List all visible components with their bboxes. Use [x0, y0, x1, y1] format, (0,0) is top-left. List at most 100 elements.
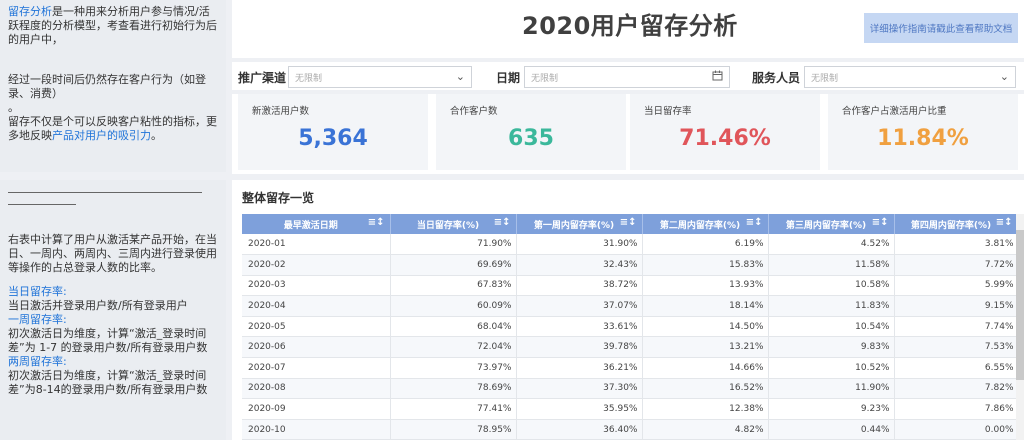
cell-rate: 32.43% [516, 254, 643, 276]
cell-rate: 37.30% [516, 378, 643, 400]
week2-retention-label: 两周留存率: [8, 355, 67, 368]
intro-line1: 留存分析是一种用来分析用户参与情况/活跃程度的分析模型，考查看进行初始行为后的用… [8, 5, 218, 47]
cell-rate: 69.69% [390, 254, 517, 276]
cell-rate: 6.55% [894, 357, 1019, 379]
table-row: 2020-08 78.69% 37.30% 16.52% 11.90% 7.82% [242, 378, 1019, 400]
date-placeholder: 无限制 [531, 74, 559, 84]
intro-panel: 留存分析是一种用来分析用户参与情况/活跃程度的分析模型，考查看进行初始行为后的用… [0, 0, 226, 172]
filter-bar: 推广渠道 无限制 ⌄ 日期 无限制 服务人员 无限制 ⌄ [232, 62, 1024, 90]
retention-table: 最早激活日期 ≡↕ 当日留存率(%) ≡↕ 第一周内留存率(%) ≡↕ 第二周内留存率… [242, 214, 1019, 440]
cell-rate: 35.95% [516, 398, 643, 420]
scrollbar-thumb[interactable] [1016, 230, 1024, 380]
kpi-card-partners: 合作客户数 635 [436, 94, 626, 170]
cell-rate: 13.93% [642, 275, 769, 297]
cell-rate: 3.81% [894, 234, 1019, 256]
kpi-card-partner-ratio: 合作客户占激活用户比重 11.84% [828, 94, 1018, 170]
cell-rate: 18.14% [642, 295, 769, 317]
cell-rate: 10.58% [768, 275, 895, 297]
column-label: 第四周内留存率(%) [910, 220, 992, 231]
cell-rate: 38.72% [516, 275, 643, 297]
cell-rate: 14.66% [642, 357, 769, 379]
cell-rate: 16.52% [642, 378, 769, 400]
cell-rate: 37.07% [516, 295, 643, 317]
chevron-down-icon: ⌄ [999, 70, 1009, 83]
column-label: 第一周内留存率(%) [533, 220, 615, 231]
cell-rate: 12.38% [642, 398, 769, 420]
table-row: 2020-01 71.90% 31.90% 6.19% 4.52% 3.81% [242, 234, 1019, 256]
cell-rate: 14.50% [642, 316, 769, 338]
table-row: 2020-07 73.97% 36.21% 14.66% 10.52% 6.55% [242, 357, 1019, 379]
sort-icon[interactable]: ≡↕ [872, 217, 889, 228]
column-label: 当日留存率(%) [416, 220, 480, 231]
cell-rate: 7.53% [894, 336, 1019, 359]
cell-rate: 71.90% [390, 234, 517, 256]
date-picker[interactable]: 无限制 [524, 66, 730, 88]
sort-icon[interactable]: ≡↕ [494, 217, 511, 228]
table-row: 2020-10 78.95% 36.40% 4.82% 0.44% 0.00% [242, 419, 1019, 440]
kpi-title: 当日留存率 [644, 106, 692, 117]
kpi-title: 合作客户数 [450, 106, 498, 117]
intro-line2: 经过一段时间后仍然存在客户行为（如登录、消费） [8, 73, 206, 100]
cell-rate: 9.83% [768, 336, 895, 359]
table-row: 2020-03 67.83% 38.72% 13.93% 10.58% 5.99% [242, 275, 1019, 297]
sort-icon[interactable]: ≡↕ [996, 217, 1013, 228]
cell-rate: 67.83% [390, 275, 517, 297]
retention-table-panel: 整体留存一览 最早激活日期 ≡↕ 当日留存率(%) ≡↕ 第一周内留存率(%) ≡↕ … [232, 180, 1024, 440]
cell-date: 2020-05 [242, 316, 391, 338]
cell-date: 2020-06 [242, 336, 391, 359]
table-body: 2020-01 71.90% 31.90% 6.19% 4.52% 3.81% 2020-0… [242, 234, 1019, 440]
week1-retention-text: 初次激活日为维度，计算“激活_登录时间差”为 1-7 的登录用户数/所有登录用户… [8, 327, 208, 354]
cell-date: 2020-03 [242, 275, 391, 297]
cell-rate: 33.61% [516, 316, 643, 338]
cell-rate: 0.44% [768, 419, 895, 440]
table-row: 2020-05 68.04% 33.61% 14.50% 10.54% 7.74% [242, 316, 1019, 338]
date-filter-label: 日期 [496, 71, 521, 85]
kpi-row: 新激活用户数 5,364 合作客户数 635 当日留存率 71.46% 合作客户… [232, 94, 1024, 174]
divider [8, 204, 76, 205]
column-header[interactable]: 第二周内留存率(%) ≡↕ [642, 214, 769, 234]
table-title: 整体留存一览 [242, 191, 315, 205]
cell-rate: 6.19% [642, 234, 769, 256]
intro-line3-end: 。 [151, 129, 162, 142]
cell-rate: 4.82% [642, 419, 769, 440]
calendar-icon[interactable] [712, 70, 723, 84]
cell-rate: 7.74% [894, 316, 1019, 338]
intro-dot: 。 [8, 101, 19, 114]
sort-icon[interactable]: ≡↕ [746, 217, 763, 228]
cell-rate: 13.21% [642, 336, 769, 359]
staff-filter-label: 服务人员 [752, 71, 801, 85]
kpi-title: 合作客户占激活用户比重 [842, 106, 947, 117]
cell-rate: 7.86% [894, 398, 1019, 420]
cell-rate: 77.41% [390, 398, 517, 420]
cell-rate: 4.52% [768, 234, 895, 256]
cell-rate: 39.78% [516, 336, 643, 359]
cell-rate: 7.72% [894, 254, 1019, 276]
cell-date: 2020-09 [242, 398, 391, 420]
staff-select[interactable]: 无限制 ⌄ [804, 66, 1016, 88]
cell-rate: 15.83% [642, 254, 769, 276]
channel-placeholder: 无限制 [295, 74, 323, 84]
cell-rate: 5.99% [894, 275, 1019, 297]
column-header[interactable]: 当日留存率(%) ≡↕ [390, 214, 517, 234]
column-header[interactable]: 最早激活日期 ≡↕ [242, 214, 391, 234]
sort-icon[interactable]: ≡↕ [620, 217, 637, 228]
sort-icon[interactable]: ≡↕ [368, 217, 385, 228]
cell-rate: 36.21% [516, 357, 643, 379]
column-header[interactable]: 第三周内留存率(%) ≡↕ [768, 214, 895, 234]
cell-rate: 10.54% [768, 316, 895, 338]
column-header[interactable]: 第四周内留存率(%) ≡↕ [894, 214, 1019, 234]
cell-rate: 10.52% [768, 357, 895, 379]
cell-rate: 11.83% [768, 295, 895, 317]
cell-rate: 31.90% [516, 234, 643, 256]
channel-select[interactable]: 无限制 ⌄ [288, 66, 472, 88]
cell-rate: 11.90% [768, 378, 895, 400]
help-doc-button[interactable]: 详细操作指南请戳此查看帮助文档 [864, 13, 1018, 43]
cell-date: 2020-07 [242, 357, 391, 379]
channel-filter-label: 推广渠道 [238, 71, 287, 85]
table-row: 2020-09 77.41% 35.95% 12.38% 9.23% 7.86% [242, 398, 1019, 420]
week1-retention-label: 一周留存率: [8, 313, 67, 326]
table-row: 2020-04 60.09% 37.07% 18.14% 11.83% 9.15% [242, 295, 1019, 317]
column-header[interactable]: 第一周内留存率(%) ≡↕ [516, 214, 643, 234]
kpi-title: 新激活用户数 [252, 106, 310, 117]
table-header-row: 最早激活日期 ≡↕ 当日留存率(%) ≡↕ 第一周内留存率(%) ≡↕ 第二周内留存率… [242, 214, 1019, 234]
